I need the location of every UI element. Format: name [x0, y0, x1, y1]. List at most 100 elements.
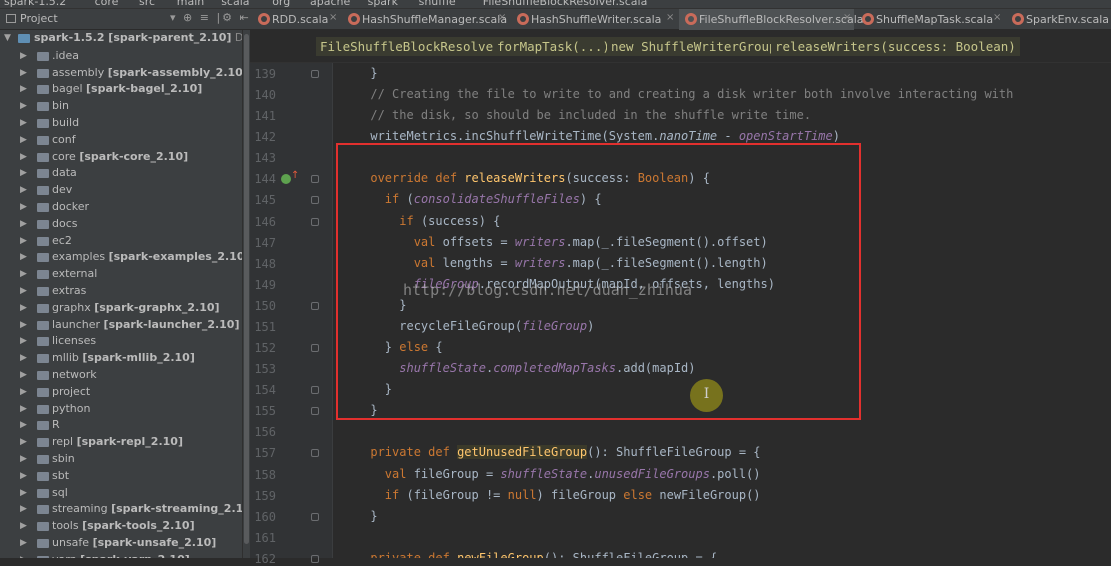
project-panel-header: Project ▾ ⊕ ≡ |⚙ ⇤ [0, 9, 250, 30]
override-arrow-icon[interactable]: ↑ [291, 170, 299, 181]
code-token: newFileGroup() [659, 488, 761, 502]
tree-item-name: spark-1.5.2 [spark-parent_2.10] [34, 31, 232, 44]
scala-file-icon [862, 13, 874, 25]
override-marker-icon[interactable] [281, 174, 291, 184]
code-line[interactable]: // Creating the file to write to and cre… [333, 87, 1013, 101]
code-line[interactable]: // the disk, so should be included in th… [333, 108, 811, 122]
line-number: 157 [254, 446, 276, 460]
scala-file-icon [258, 13, 270, 25]
line-number: 147 [254, 236, 276, 250]
code-line[interactable]: writeMetrics.incShuffleWriteTime(System.… [333, 129, 840, 143]
nav-crumb[interactable]: spark [368, 0, 398, 8]
code-breadcrumb: FileShuffleBlockResolver forMapTask(...) n… [250, 30, 1111, 63]
code-token: openStartTime [738, 129, 833, 143]
text-cursor-icon: I [703, 386, 710, 402]
line-number: 139 [254, 67, 276, 81]
code-token: fileGroup = [413, 467, 501, 481]
line-number: 149 [254, 278, 276, 292]
editor-tab[interactable]: HashShuffleWriter.scala × [511, 9, 677, 30]
code-token: private def [370, 445, 458, 459]
project-icon [6, 14, 16, 23]
fold-marker-icon[interactable] [311, 513, 319, 521]
nav-crumb[interactable]: src [139, 0, 155, 8]
scala-file-icon [1012, 13, 1024, 25]
nav-crumb[interactable]: org [272, 0, 290, 8]
code-line[interactable]: private def getUnusedFileGroup(): Shuffl… [333, 445, 761, 459]
tab-label: HashShuffleManager.scala [362, 13, 508, 26]
fold-marker-icon[interactable] [311, 218, 319, 226]
fold-marker-icon[interactable] [311, 449, 319, 457]
code-token: getUnusedFileGroup [457, 445, 588, 459]
project-panel-title[interactable]: Project [20, 12, 58, 25]
expand-arrow-icon[interactable]: ▶ [20, 51, 27, 61]
nav-crumb[interactable]: spark-1.5.2 [4, 0, 66, 8]
code-token: .poll() [709, 467, 761, 481]
nav-crumb[interactable]: main [177, 0, 204, 8]
editor-tab[interactable]: ShuffleMapTask.scala × [856, 9, 1004, 30]
navigation-bar: spark-1.5.2 core src main scala org apache spar… [0, 0, 1111, 9]
fold-marker-icon[interactable] [311, 386, 319, 394]
nav-crumb[interactable]: FileShuffleBlockResolver.scala [483, 0, 648, 8]
fold-marker-icon[interactable] [311, 555, 319, 563]
scala-file-icon [685, 13, 697, 25]
fold-marker-icon[interactable] [311, 344, 319, 352]
nav-crumb[interactable]: apache [310, 0, 350, 8]
line-number: 146 [254, 215, 276, 229]
breadcrumb-item[interactable]: releaseWriters(success: Boolean) [771, 37, 1020, 56]
line-number: 153 [254, 362, 276, 376]
line-number: 154 [254, 383, 276, 397]
tree-item-root[interactable]: ▼ spark-1.5.2 [spark-parent_2.10] D:\Big_… [0, 30, 242, 47]
code-line[interactable]: private def newFileGroup(): ShuffleFileG… [333, 551, 717, 558]
scala-file-icon [517, 13, 529, 25]
collapse-arrow-icon[interactable]: ▼ [4, 33, 11, 43]
tree-item-label: .idea [52, 49, 80, 62]
code-line[interactable]: val fileGroup = shuffleState.unusedFileG… [333, 467, 761, 481]
editor-tab[interactable]: RDD.scala × [252, 9, 340, 30]
watermark-text: http://blog.csdn.net/duan_zhihua [403, 281, 692, 299]
line-number: 152 [254, 341, 276, 355]
code-token: - [717, 129, 739, 143]
code-token: shuffleState [500, 467, 588, 481]
fold-marker-icon[interactable] [311, 70, 319, 78]
close-icon[interactable]: × [843, 12, 851, 23]
code-line[interactable]: } [333, 509, 377, 523]
editor-tab[interactable]: FileShuffleBlockResolver.scala × [679, 9, 864, 30]
line-number: 150 [254, 299, 276, 313]
line-number: 158 [254, 468, 276, 482]
close-icon[interactable]: × [329, 12, 337, 23]
project-panel-toolbar[interactable]: ▾ ⊕ ≡ |⚙ ⇤ [170, 11, 251, 24]
code-token: (): ShuffleFileGroup = { [587, 445, 761, 459]
fold-marker-icon[interactable] [311, 407, 319, 415]
nav-crumb[interactable]: scala [221, 0, 249, 8]
editor-tab[interactable]: HashShuffleManager.scala × [342, 9, 509, 30]
close-icon[interactable]: × [666, 12, 674, 23]
code-token: ) fileGroup [536, 488, 624, 502]
line-number: 148 [254, 257, 276, 271]
close-icon[interactable]: × [498, 12, 506, 23]
module-folder-icon [18, 34, 30, 43]
fold-marker-icon[interactable] [311, 175, 319, 183]
fold-marker-icon[interactable] [311, 302, 319, 310]
nav-crumb[interactable]: shuffle [419, 0, 456, 8]
close-icon[interactable]: × [993, 12, 1001, 23]
code-token: newFileGroup [457, 551, 544, 558]
tree-item[interactable]: ▶ .idea [0, 48, 242, 65]
editor-tab[interactable]: SparkEnv.scala [1006, 9, 1109, 30]
code-line[interactable]: if (fileGroup != null) fileGroup else ne… [333, 488, 761, 502]
line-number: 140 [254, 88, 276, 102]
fold-marker-icon[interactable] [311, 196, 319, 204]
code-line[interactable]: } [333, 66, 377, 80]
line-number: 160 [254, 510, 276, 524]
code-token: // the disk, so should be included in th… [333, 108, 812, 122]
code-token: private def [370, 551, 458, 558]
nav-crumb[interactable]: core [95, 0, 119, 8]
code-token: null [507, 488, 537, 502]
breadcrumb-item[interactable]: new ShuffleWriterGroup [607, 37, 781, 56]
line-number: 141 [254, 109, 276, 123]
breadcrumb-item[interactable]: FileShuffleBlockResolver [316, 37, 505, 56]
line-number: 142 [254, 130, 276, 144]
breadcrumb-item[interactable]: forMapTask(...) [493, 37, 614, 56]
line-number: 144 [254, 172, 276, 186]
